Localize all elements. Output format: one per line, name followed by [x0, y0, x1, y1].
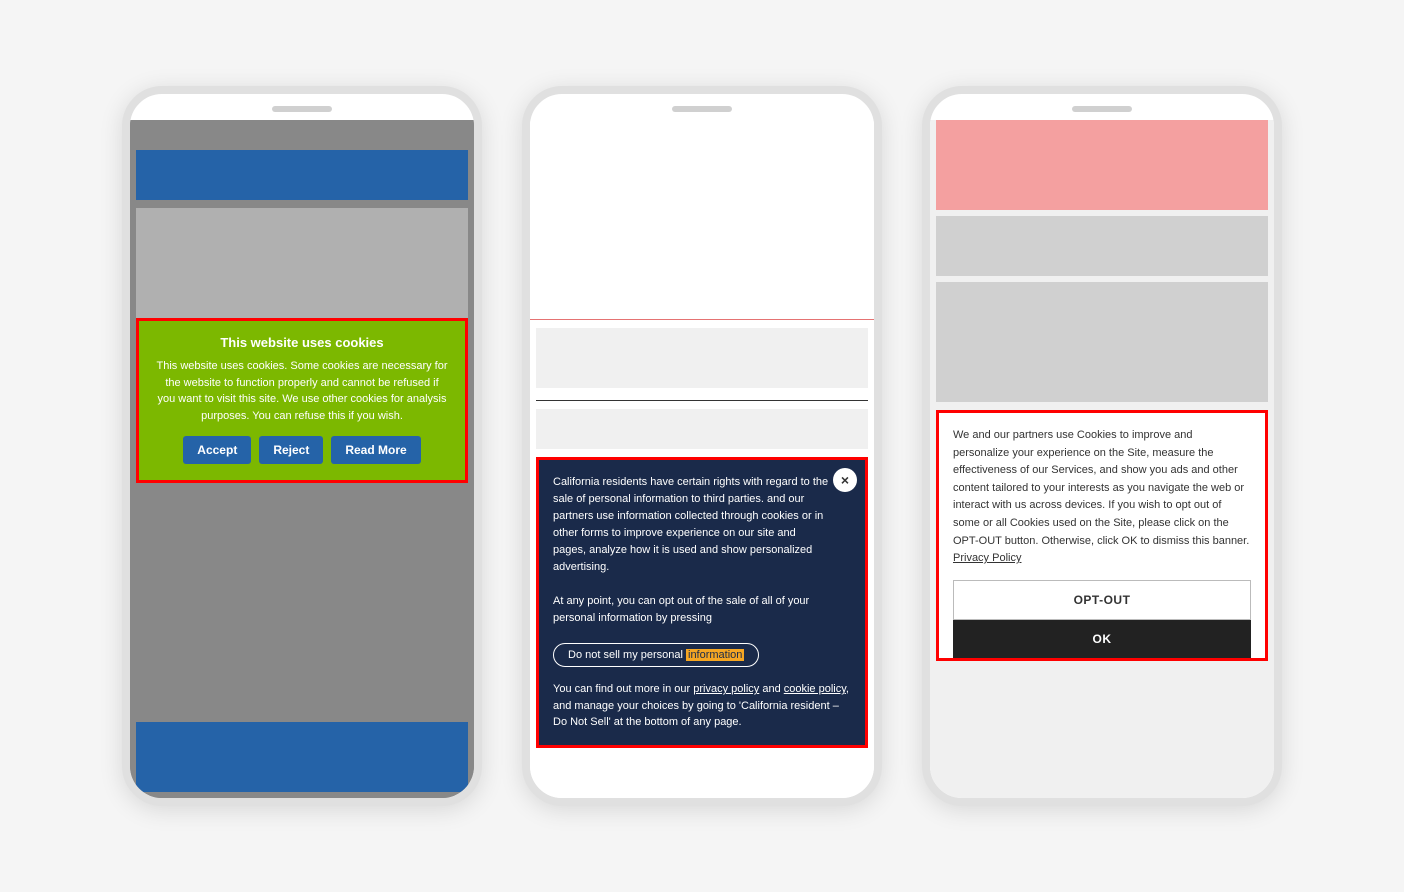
cookie-banner-2-close[interactable]: × — [833, 468, 857, 492]
cb2-footer-mid: and — [759, 683, 783, 695]
p1-gray-block — [136, 208, 468, 318]
phone-3-content: We and our partners use Cookies to impro… — [930, 120, 1274, 798]
cookie-banner-2-footer: You can find out more in our privacy pol… — [553, 681, 851, 731]
phone-2-speaker — [672, 106, 732, 112]
cookie-banner-3: We and our partners use Cookies to impro… — [936, 410, 1268, 661]
privacy-policy-link-3[interactable]: Privacy Policy — [953, 552, 1021, 564]
p2-gray-line2 — [536, 409, 868, 449]
read-more-button[interactable]: Read More — [331, 436, 420, 464]
phone-1-screen: This website uses cookies This website u… — [130, 120, 474, 798]
phone-2-content: × California residents have certain righ… — [530, 120, 874, 798]
p1-blue-bottom — [136, 722, 468, 792]
cb2-text-part2: and our partners use information collect… — [553, 493, 823, 573]
p2-line-separator — [536, 400, 868, 401]
p1-blue-bar — [136, 150, 468, 200]
cb3-body-text: We and our partners use Cookies to impro… — [953, 429, 1249, 547]
p1-bottom-area — [130, 483, 474, 798]
phone-2: × California residents have certain righ… — [522, 86, 882, 806]
p3-bottom — [930, 661, 1274, 798]
p3-gray-mid2 — [936, 282, 1268, 402]
cb2-footer-start: You can find out more in our — [553, 683, 693, 695]
cb2-highlight-text: information — [686, 649, 744, 661]
do-not-sell-button[interactable]: Do not sell my personal information — [553, 643, 759, 667]
p2-gray-line1 — [536, 328, 868, 388]
privacy-policy-link[interactable]: privacy policy — [693, 683, 759, 695]
cookie-banner-3-body: We and our partners use Cookies to impro… — [953, 427, 1251, 568]
cookie-banner-1-body: This website uses cookies. Some cookies … — [155, 358, 449, 424]
cookie-policy-link[interactable]: cookie policy — [784, 683, 846, 695]
cookie-banner-1: This website uses cookies This website u… — [136, 318, 468, 483]
phone-2-screen: × California residents have certain righ… — [530, 120, 874, 798]
p1-gray-top — [130, 120, 474, 150]
p2-white-area — [530, 120, 874, 320]
cb2-text-part3: At any point, you can opt out of the sal… — [553, 595, 809, 624]
cookie-banner-1-title: This website uses cookies — [155, 335, 449, 350]
reject-button[interactable]: Reject — [259, 436, 323, 464]
phone-1-content: This website uses cookies This website u… — [130, 120, 474, 798]
accept-button[interactable]: Accept — [183, 436, 251, 464]
cookie-banner-2-body: California residents have certain rights… — [553, 474, 851, 627]
phone-3: We and our partners use Cookies to impro… — [922, 86, 1282, 806]
phone-1-speaker — [272, 106, 332, 112]
phones-container: This website uses cookies This website u… — [62, 46, 1342, 846]
cookie-banner-2: × California residents have certain righ… — [536, 457, 868, 748]
phone-3-screen: We and our partners use Cookies to impro… — [930, 120, 1274, 798]
p3-gray-mid — [936, 216, 1268, 276]
p3-pink-top — [936, 120, 1268, 210]
phone-1: This website uses cookies This website u… — [122, 86, 482, 806]
phone-3-speaker — [1072, 106, 1132, 112]
opt-out-button[interactable]: OPT-OUT — [953, 580, 1251, 620]
ok-button[interactable]: OK — [953, 620, 1251, 658]
cookie-banner-1-buttons: Accept Reject Read More — [155, 436, 449, 464]
